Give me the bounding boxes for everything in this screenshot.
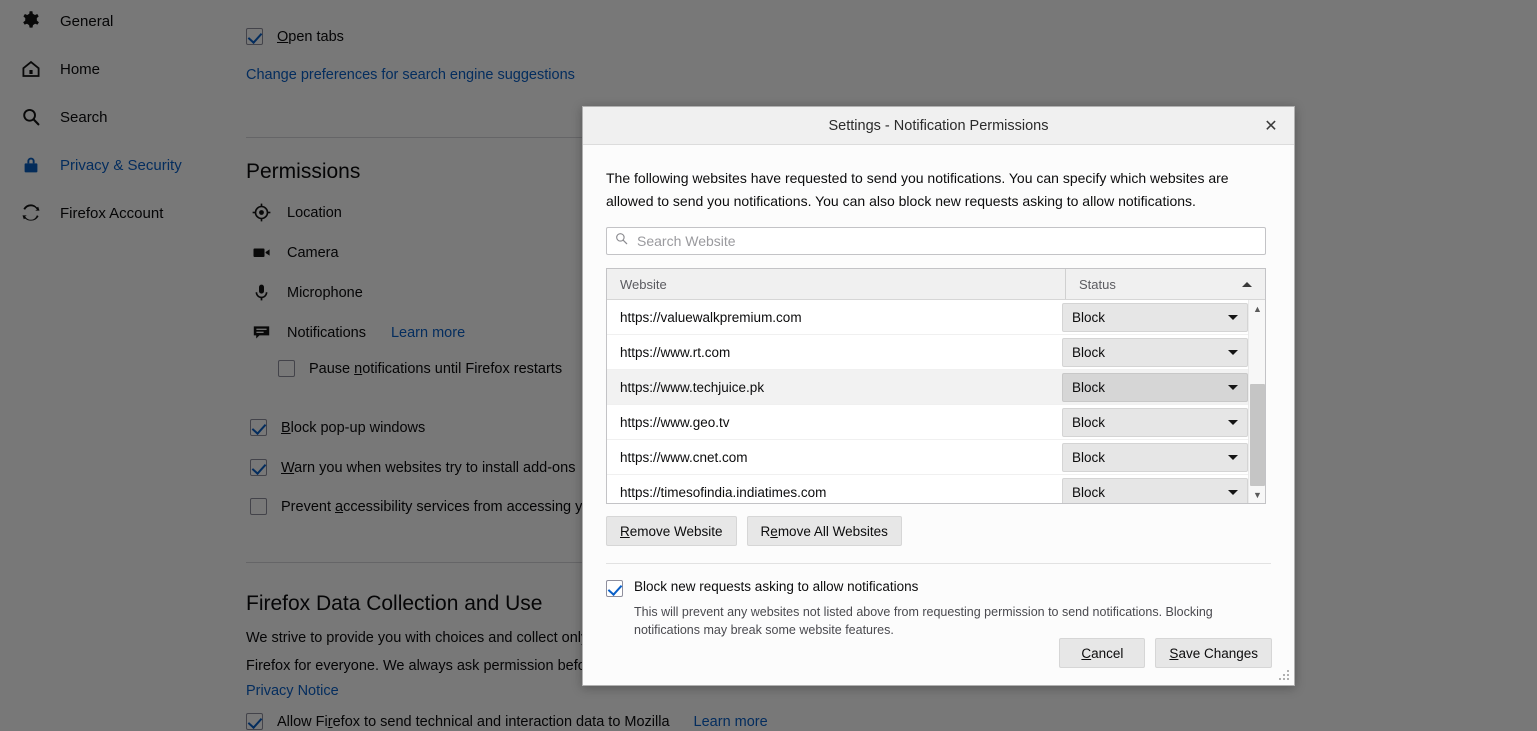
dialog-title: Settings - Notification Permissions	[828, 117, 1049, 134]
table-row[interactable]: https://timesofindia.indiatimes.com Block	[607, 475, 1248, 504]
website-cell: https://www.cnet.com	[620, 449, 748, 465]
remove-all-label-rest: move All Websites	[777, 523, 888, 539]
table-row[interactable]: https://www.techjuice.pk Block	[607, 370, 1248, 406]
status-cell: Block	[1062, 302, 1248, 332]
status-dropdown-value: Block	[1072, 414, 1106, 430]
status-cell: Block	[1062, 442, 1248, 472]
notification-permissions-dialog: Settings - Notification Permissions ✕ Th…	[582, 106, 1295, 686]
status-dropdown[interactable]: Block	[1062, 372, 1248, 402]
status-dropdown[interactable]: Block	[1062, 407, 1248, 437]
remove-website-label-rest: emove Website	[629, 523, 723, 539]
status-dropdown-value: Block	[1072, 309, 1106, 325]
status-cell: Block	[1062, 337, 1248, 367]
scroll-down-icon[interactable]: ▼	[1249, 486, 1265, 503]
dialog-intro-text: The following websites have requested to…	[606, 170, 1229, 209]
block-new-requests-label: Block new requests asking to allow notif…	[634, 579, 919, 595]
table-body: https://valuewalkpremium.com Block https:/…	[607, 300, 1248, 504]
table-body-wrapper: https://valuewalkpremium.com Block https:/…	[607, 300, 1265, 504]
block-new-requests-row[interactable]: Block new requests asking to allow notif…	[606, 579, 1272, 638]
column-header-website[interactable]: Website	[607, 269, 1065, 299]
status-dropdown[interactable]: Block	[1062, 442, 1248, 472]
status-cell: Block	[1062, 477, 1248, 504]
column-header-status-label: Status	[1079, 276, 1116, 292]
search-website-field[interactable]	[606, 227, 1266, 256]
status-dropdown[interactable]: Block	[1062, 337, 1248, 367]
chevron-down-icon	[1228, 454, 1238, 460]
table-row[interactable]: https://www.geo.tv Block	[607, 405, 1248, 441]
chevron-down-icon	[1228, 384, 1238, 390]
table-row[interactable]: https://www.cnet.com Block	[607, 440, 1248, 476]
block-new-requests-checkbox[interactable]	[606, 580, 623, 598]
column-header-status[interactable]: Status	[1065, 269, 1265, 300]
chevron-down-icon	[1228, 419, 1238, 425]
dialog-titlebar: Settings - Notification Permissions ✕	[583, 107, 1294, 145]
cancel-button[interactable]: Cancel	[1059, 638, 1146, 668]
close-icon[interactable]: ✕	[1258, 113, 1284, 139]
block-new-requests-description: This will prevent any websites not liste…	[634, 604, 1213, 637]
dialog-footer-buttons: Cancel Save Changes	[1059, 638, 1272, 668]
search-icon	[615, 232, 628, 250]
table-header-row: Website Status	[607, 269, 1265, 301]
status-cell: Block	[1062, 407, 1248, 437]
status-dropdown[interactable]: Block	[1062, 302, 1248, 332]
dialog-body: The following websites have requested to…	[583, 145, 1294, 685]
chevron-down-icon	[1228, 489, 1238, 495]
resize-grip-icon[interactable]	[1279, 670, 1290, 681]
table-action-buttons: Remove Website Re move All Websites	[606, 516, 1272, 547]
website-cell: https://www.techjuice.pk	[620, 379, 765, 395]
website-cell: https://www.rt.com	[620, 344, 731, 360]
status-dropdown[interactable]: Block	[1062, 477, 1248, 504]
status-cell: Block	[1062, 372, 1248, 402]
save-changes-button[interactable]: Save Changes	[1155, 638, 1272, 668]
status-dropdown-value: Block	[1072, 344, 1106, 360]
chevron-down-icon	[1228, 349, 1238, 355]
sort-ascending-icon	[1242, 281, 1252, 287]
status-dropdown-value: Block	[1072, 449, 1106, 465]
scrollbar-thumb[interactable]	[1250, 384, 1265, 487]
chevron-down-icon	[1228, 314, 1238, 320]
scroll-up-icon[interactable]: ▲	[1249, 300, 1265, 317]
website-cell: https://valuewalkpremium.com	[620, 309, 802, 325]
remove-website-button[interactable]: Remove Website	[606, 516, 737, 547]
table-row[interactable]: https://www.rt.com Block	[607, 335, 1248, 371]
status-dropdown-value: Block	[1072, 379, 1106, 395]
remove-all-websites-button[interactable]: Re move All Websites	[746, 516, 902, 547]
website-cell: https://www.geo.tv	[620, 414, 730, 430]
table-scrollbar[interactable]: ▲ ▼	[1248, 300, 1265, 504]
dialog-divider	[606, 563, 1271, 565]
table-row[interactable]: https://valuewalkpremium.com Block	[607, 300, 1248, 336]
permissions-table: Website Status https://valuewalkpremium.…	[606, 268, 1266, 505]
website-cell: https://timesofindia.indiatimes.com	[620, 484, 827, 500]
search-input[interactable]	[635, 232, 1257, 251]
status-dropdown-value: Block	[1072, 484, 1106, 500]
